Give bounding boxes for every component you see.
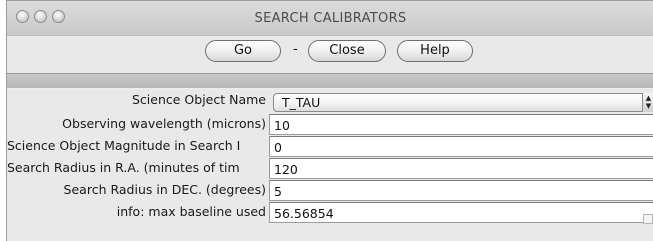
close-button[interactable]: Close <box>308 40 386 62</box>
science-object-name-select[interactable]: T_TAU ▲ ▼ <box>273 93 653 112</box>
resize-handle-icon[interactable] <box>643 214 653 224</box>
science-object-magnitude-label: Science Object Magnitude in Search I <box>7 138 241 153</box>
search-radius-dec-field[interactable]: 5 <box>269 180 653 201</box>
max-baseline-label: info: max baseline used <box>116 204 266 219</box>
go-button[interactable]: Go <box>205 40 281 62</box>
science-object-magnitude-row: Science Object Magnitude in Search I 0 <box>7 135 653 158</box>
science-object-name-row: Science Object Name T_TAU ▲ ▼ <box>7 89 653 112</box>
toolbar-separator: - <box>293 42 298 57</box>
search-form: Science Object Name T_TAU ▲ ▼ Observing w… <box>7 89 653 241</box>
max-baseline-field[interactable]: 56.56854 <box>269 202 653 223</box>
chevron-up-down-icon[interactable]: ▲ ▼ <box>642 93 653 112</box>
search-radius-dec-label: Search Radius in DEC. (degrees) <box>63 182 266 197</box>
separator-strip <box>7 73 653 89</box>
toolbar: Go - Close Help <box>7 35 653 71</box>
search-radius-ra-field[interactable]: 120 <box>269 158 653 179</box>
science-object-name-label: Science Object Name <box>132 92 266 107</box>
science-object-name-value: T_TAU <box>282 95 321 110</box>
title-bar[interactable]: SEARCH CALIBRATORS <box>7 1 653 36</box>
search-radius-dec-row: Search Radius in DEC. (degrees) 5 <box>7 179 653 202</box>
max-baseline-row: info: max baseline used 56.56854 <box>7 201 653 224</box>
window-title: SEARCH CALIBRATORS <box>254 11 407 26</box>
search-radius-ra-row: Search Radius in R.A. (minutes of tim 12… <box>7 157 653 180</box>
observing-wavelength-field[interactable]: 10 <box>269 114 653 135</box>
search-calibrators-window: SEARCH CALIBRATORS Go - Close Help Scien… <box>6 0 653 241</box>
search-radius-ra-label: Search Radius in R.A. (minutes of tim <box>7 160 240 175</box>
observing-wavelength-row: Observing wavelength (microns) 10 <box>7 113 653 136</box>
observing-wavelength-label: Observing wavelength (microns) <box>62 116 266 131</box>
science-object-magnitude-field[interactable]: 0 <box>269 136 653 157</box>
help-button[interactable]: Help <box>397 40 473 62</box>
